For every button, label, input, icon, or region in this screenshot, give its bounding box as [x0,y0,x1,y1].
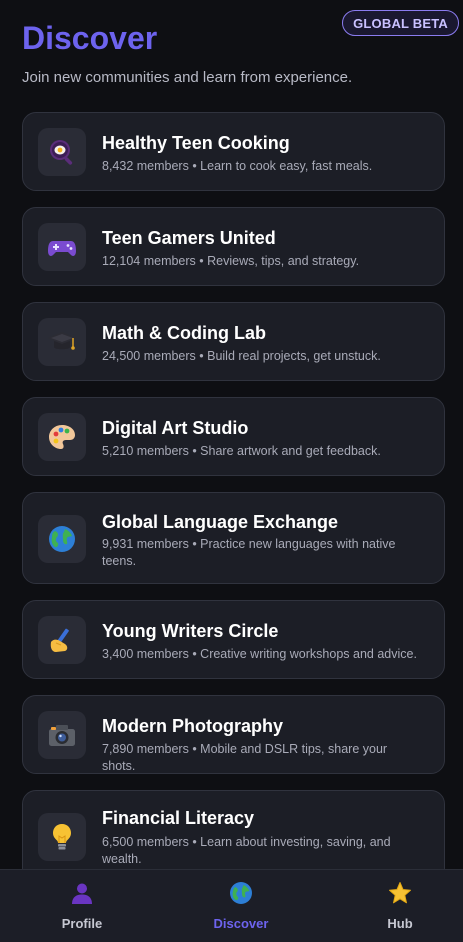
community-name: Global Language Exchange [102,512,339,532]
community-meta: 8,432 members • Learn to cook easy, fast… [102,159,373,173]
community-card-math-coding-lab[interactable]: Math & Coding Lab 24,500 members • Build… [22,302,445,381]
nav-profile-label: Profile [61,916,103,931]
community-name: Healthy Teen Cooking [102,133,290,153]
nav-profile[interactable]: Profile [22,880,142,931]
lightbulb-icon [38,813,86,861]
community-name: Modern Photography [102,716,283,736]
nav-hub[interactable]: Hub [340,880,460,931]
community-meta: 6,500 members • Learn about investing, s… [102,835,391,866]
page-subtitle: Join new communities and learn from expe… [22,69,353,86]
community-card-modern-photography[interactable]: Modern Photography 7,890 members • Mobil… [22,695,445,774]
camera-icon [38,711,86,759]
community-name: Teen Gamers United [102,228,276,248]
community-name: Digital Art Studio [102,418,249,438]
discover-screen: GLOBAL BETA Discover Join new communitie… [0,0,463,942]
global-beta-badge: GLOBAL BETA [342,10,459,36]
community-meta: 3,400 members • Creative writing worksho… [102,647,417,661]
community-card-global-language-exchange[interactable]: Global Language Exchange 9,931 members •… [22,492,445,584]
writing-hand-icon [38,616,86,664]
community-card-teen-gamers-united[interactable]: Teen Gamers United 12,104 members • Revi… [22,207,445,286]
globe-icon [38,515,86,563]
star-icon [387,880,413,906]
community-name: Math & Coding Lab [102,323,266,343]
community-meta: 12,104 members • Reviews, tips, and stra… [102,254,360,268]
community-card-digital-art-studio[interactable]: Digital Art Studio 5,210 members • Share… [22,397,445,476]
nav-discover-label: Discover [213,916,269,931]
community-meta: 7,890 members • Mobile and DSLR tips, sh… [102,742,388,773]
community-meta: 24,500 members • Build real projects, ge… [102,349,381,363]
nav-hub-label: Hub [387,916,413,931]
community-meta: 9,931 members • Practice new languages w… [102,537,396,568]
bottom-nav: Profile Discover Hub [0,869,463,942]
palette-icon [38,413,86,461]
page-title: Discover [22,20,158,56]
community-card-young-writers-circle[interactable]: Young Writers Circle 3,400 members • Cre… [22,600,445,679]
globe-icon [228,880,254,906]
community-card-healthy-teen-cooking[interactable]: Healthy Teen Cooking 8,432 members • Lea… [22,112,445,191]
community-name: Young Writers Circle [102,621,279,641]
game-controller-icon [38,223,86,271]
community-meta: 5,210 members • Share artwork and get fe… [102,444,381,458]
graduation-cap-icon [38,318,86,366]
community-name: Financial Literacy [102,808,255,828]
nav-discover[interactable]: Discover [181,880,301,931]
frying-pan-icon [38,128,86,176]
person-icon [69,880,95,906]
